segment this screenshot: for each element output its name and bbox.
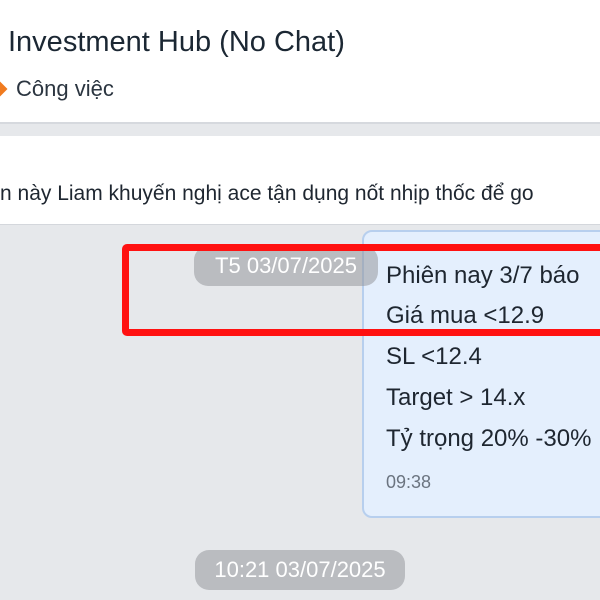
group-title[interactable]: Investment Hub (No Chat) (8, 26, 345, 59)
diamond-icon (0, 80, 8, 98)
date-separator: 10:21 03/07/2025 (195, 550, 405, 590)
message-line: Tỷ trọng 20% -30% (386, 425, 592, 452)
pinned-message-bar[interactable]: n này Liam khuyến nghị ace tận dụng nốt … (0, 136, 600, 225)
pinned-message-text: n này Liam khuyến nghị ace tận dụng nốt … (0, 182, 534, 205)
message-line: SL <12.4 (386, 343, 482, 370)
highlight-annotation-box (122, 244, 600, 336)
message-line: Target > 14.x (386, 384, 526, 411)
group-category-label[interactable]: Công việc (16, 76, 114, 102)
chat-header: Investment Hub (No Chat) Công việc (0, 0, 600, 124)
message-timestamp: 09:38 (386, 472, 432, 492)
